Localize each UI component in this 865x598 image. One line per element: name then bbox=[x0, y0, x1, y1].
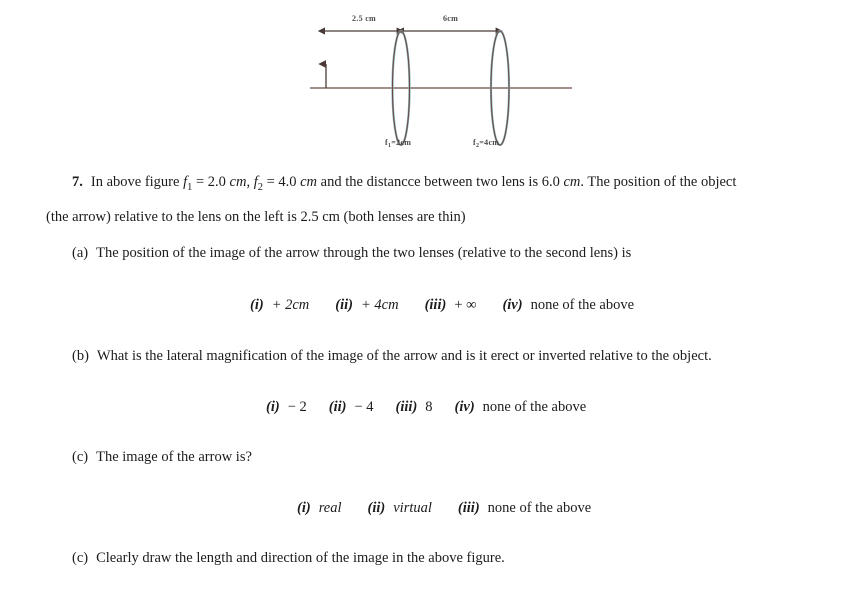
question-7-line-2: (the arrow) relative to the lens on the … bbox=[46, 209, 466, 225]
option-text[interactable]: none of the above bbox=[488, 500, 591, 516]
question-text-part-2: and the distancce between two lens is 6.… bbox=[317, 174, 564, 190]
figure-label-distance-object-lens1: 2.5 cm bbox=[352, 14, 377, 23]
part-a-text: The position of the image of the arrow t… bbox=[96, 245, 632, 261]
figure-label-focal-length-2: f2=4cm bbox=[473, 138, 499, 149]
option-marker[interactable]: (i) bbox=[297, 500, 311, 516]
comma-separator: , bbox=[246, 174, 254, 190]
cm-unit-2: cm bbox=[300, 174, 318, 190]
part-a-prompt: (a) The position of the image of the arro… bbox=[72, 246, 631, 261]
cm-unit-1: cm bbox=[229, 174, 247, 190]
option-marker[interactable]: (i) bbox=[266, 399, 280, 415]
question-text-part-3: . The position of the object bbox=[580, 174, 737, 190]
option-text[interactable]: + 4cm bbox=[361, 297, 399, 313]
option-marker[interactable]: (iv) bbox=[502, 297, 522, 313]
figure-label-focal-length-1: f1=2cm bbox=[385, 138, 411, 149]
part-d-label: (c) bbox=[72, 550, 89, 566]
part-b-label: (b) bbox=[72, 348, 89, 364]
option-text[interactable]: real bbox=[319, 500, 342, 516]
option-text[interactable]: none of the above bbox=[483, 399, 586, 415]
option-text[interactable]: virtual bbox=[393, 500, 432, 516]
option-marker[interactable]: (ii) bbox=[329, 399, 347, 415]
question-7-line-1: 7. In above figure f1 = 2.0 cm, f2 = 4.0 … bbox=[72, 175, 736, 193]
optics-figure: 2.5 cm 6cm f1=2cm f2=4cm bbox=[0, 0, 865, 165]
part-b-options: (i) − 2 (ii) − 4 (iii) 8 (iv) none of the above bbox=[266, 400, 586, 415]
optics-figure-svg bbox=[310, 27, 572, 147]
option-text[interactable]: − 4 bbox=[354, 399, 373, 415]
option-marker[interactable]: (i) bbox=[250, 297, 264, 313]
part-c-options: (i) real (ii) virtual (iii) none of the above bbox=[297, 501, 591, 516]
part-c-text: The image of the arrow is? bbox=[96, 449, 252, 465]
figure-label-distance-between-lenses: 6cm bbox=[443, 14, 459, 23]
part-b-text: What is the lateral magnification of the… bbox=[96, 348, 712, 364]
option-text[interactable]: none of the above bbox=[531, 297, 634, 313]
option-marker[interactable]: (ii) bbox=[335, 297, 353, 313]
f2-variable: f2 bbox=[253, 174, 263, 193]
part-c-label: (c) bbox=[72, 449, 89, 465]
f2-value: =4cm bbox=[479, 138, 500, 147]
option-text[interactable]: 8 bbox=[425, 399, 432, 415]
part-b-prompt: (b) What is the lateral magnification of … bbox=[72, 349, 712, 364]
option-marker[interactable]: (iii) bbox=[425, 297, 447, 313]
f1-variable: f1 bbox=[183, 174, 193, 193]
part-d-text: Clearly draw the length and direction of… bbox=[96, 550, 505, 566]
option-marker[interactable]: (iv) bbox=[455, 399, 475, 415]
option-text[interactable]: + ∞ bbox=[454, 297, 476, 313]
f1-equation-value: = 2.0 bbox=[192, 174, 230, 190]
option-marker[interactable]: (iii) bbox=[458, 500, 480, 516]
option-text[interactable]: + 2cm bbox=[272, 297, 310, 313]
f1-value: =2cm bbox=[391, 138, 412, 147]
option-marker[interactable]: (iii) bbox=[396, 399, 418, 415]
question-text-part-1: In above figure bbox=[90, 174, 184, 190]
cm-unit-3: cm bbox=[563, 174, 581, 190]
question-number: 7. bbox=[72, 174, 83, 190]
part-a-options: (i) + 2cm (ii) + 4cm (iii) + ∞ (iv) none of the… bbox=[250, 298, 634, 313]
f2-equation-value: = 4.0 bbox=[262, 174, 301, 190]
option-text[interactable]: − 2 bbox=[288, 399, 307, 415]
option-marker[interactable]: (ii) bbox=[368, 500, 386, 516]
part-c-prompt: (c) The image of the arrow is? bbox=[72, 450, 252, 465]
part-a-label: (a) bbox=[72, 245, 89, 261]
part-d-prompt: (c) Clearly draw the length and direction… bbox=[72, 551, 505, 566]
